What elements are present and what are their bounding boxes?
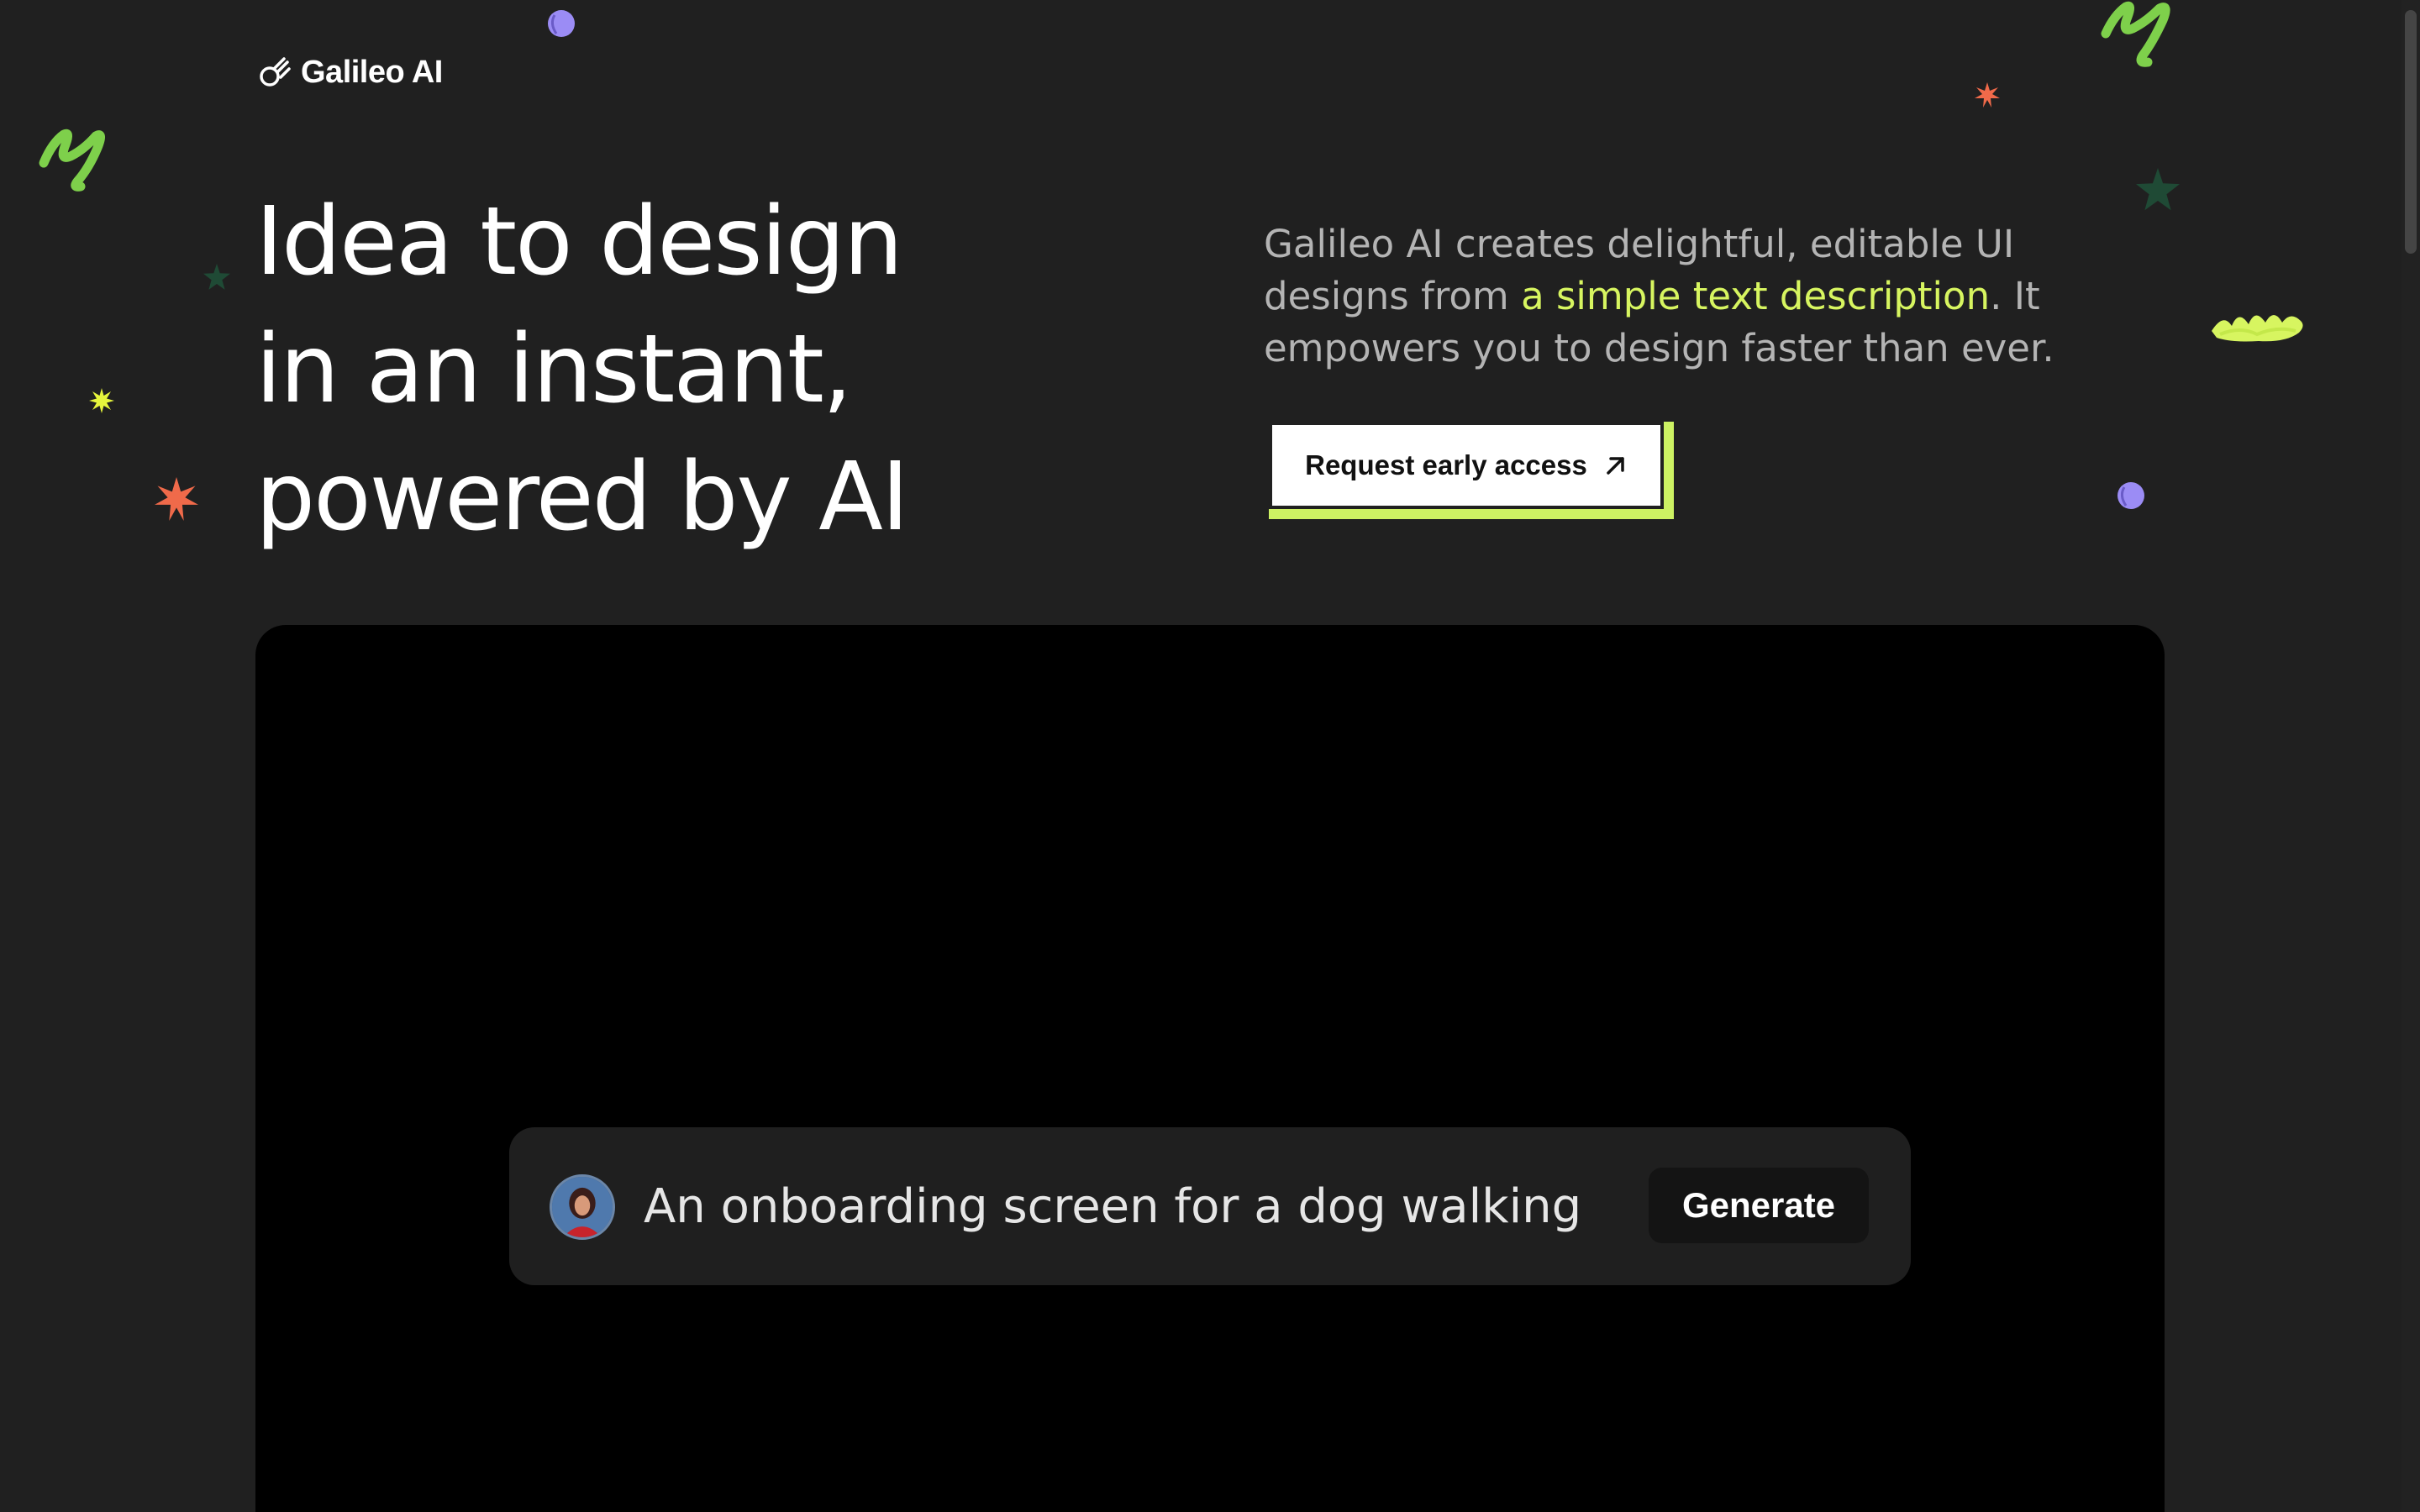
prompt-input[interactable]: An onboarding screen for a dog walking — [644, 1171, 1581, 1242]
description-highlight: a simple text description — [1521, 274, 1991, 318]
prompt-bar: An onboarding screen for a dog walking G… — [509, 1127, 1911, 1285]
headline-line-1: Idea to design — [255, 187, 903, 297]
hero-headline: Idea to design in an instant, powered by… — [255, 178, 909, 561]
scrollbar-thumb[interactable] — [2405, 10, 2417, 254]
hero-description: Galileo AI creates delightful, editable … — [1264, 218, 2129, 375]
cta-label: Request early access — [1305, 449, 1587, 480]
request-access-cta[interactable]: Request early access — [1269, 422, 1674, 519]
user-avatar — [550, 1174, 615, 1240]
yellow-scribble-icon — [2212, 315, 2303, 342]
brand-name: Galileo AI — [301, 54, 443, 90]
generate-button[interactable]: Generate — [1649, 1168, 1869, 1243]
purple-moon-icon — [548, 10, 575, 37]
brand-logo[interactable]: Galileo AI — [257, 52, 443, 92]
orange-star-icon — [1975, 82, 2000, 108]
dark-green-star-icon — [203, 264, 230, 290]
avatar-portrait-icon — [552, 1177, 613, 1237]
request-early-access-button[interactable]: Request early access — [1269, 422, 1664, 509]
arrow-up-right-icon — [1607, 457, 1624, 475]
demo-video-panel — [255, 625, 2165, 1512]
headline-line-3: powered by AI — [255, 443, 909, 552]
page-scrollbar[interactable] — [2402, 0, 2420, 1512]
orange-star-icon — [155, 477, 198, 521]
comet-logo-icon — [260, 57, 291, 87]
purple-moon-icon — [2118, 482, 2144, 509]
dark-green-star-icon — [2136, 168, 2180, 211]
green-squiggle-icon — [39, 129, 105, 192]
yellow-star-icon — [89, 388, 114, 413]
headline-line-2: in an instant, — [255, 315, 852, 424]
green-squiggle-icon — [2101, 1, 2170, 67]
prompt-text: An onboarding screen for a dog walking — [644, 1179, 1582, 1234]
